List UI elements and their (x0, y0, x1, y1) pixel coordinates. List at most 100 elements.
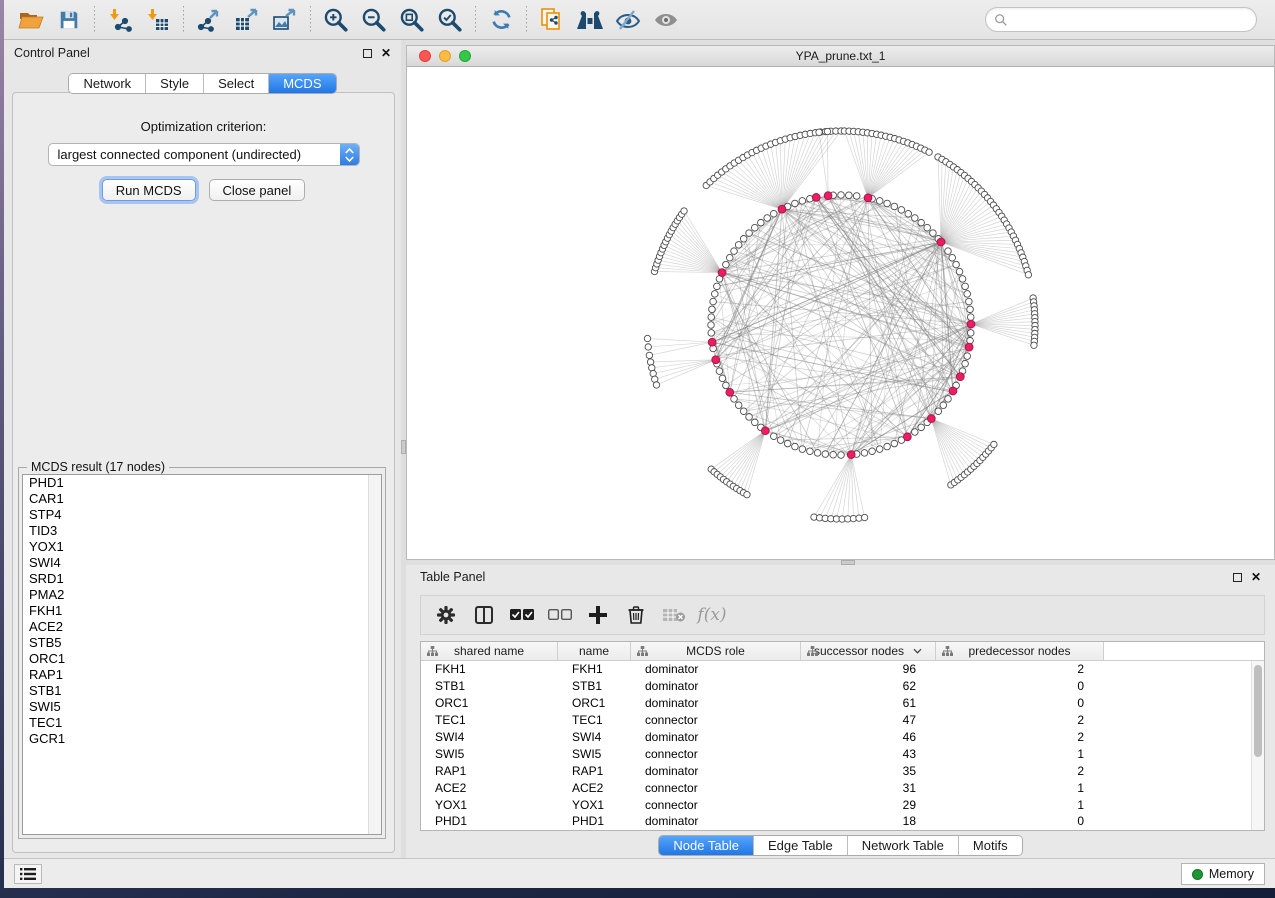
table-row[interactable]: SWI5SWI5connector431 (421, 745, 1264, 762)
mcds-result-item[interactable]: STB1 (23, 683, 381, 699)
table-scrollbar-thumb[interactable] (1254, 665, 1262, 757)
search-binoculars-icon[interactable] (571, 5, 609, 35)
mcds-result-item[interactable]: RAP1 (23, 667, 381, 683)
table-scrollbar[interactable] (1251, 661, 1264, 830)
mcds-result-item[interactable]: CAR1 (23, 491, 381, 507)
table-row[interactable]: TEC1TEC1connector472 (421, 712, 1264, 729)
split-columns-icon[interactable] (467, 601, 501, 629)
zoom-selected-icon[interactable] (431, 5, 469, 35)
mcds-result-item[interactable]: FKH1 (23, 603, 381, 619)
tab-mcds[interactable]: MCDS (269, 74, 335, 93)
mcds-result-item[interactable]: PHD1 (23, 475, 381, 491)
float-panel-icon[interactable] (363, 49, 372, 58)
memory-button[interactable]: Memory (1181, 863, 1265, 885)
table-cell: 2 (936, 730, 1104, 744)
close-panel-button[interactable]: Close panel (209, 179, 306, 201)
table-cell: 1 (936, 798, 1104, 812)
column-header-shared-name[interactable]: shared name (421, 642, 558, 660)
save-session-icon[interactable] (50, 5, 88, 35)
tab-motifs[interactable]: Motifs (959, 836, 1022, 855)
add-column-icon[interactable] (581, 601, 615, 629)
search-input[interactable] (1008, 13, 1248, 27)
table-row[interactable]: RAP1RAP1dominator352 (421, 762, 1264, 779)
zoom-in-icon[interactable] (317, 5, 355, 35)
table-cell: connector (631, 747, 801, 761)
minimize-window-icon[interactable] (439, 50, 451, 62)
tab-network[interactable]: Network (69, 74, 146, 93)
mcds-network-node (847, 451, 855, 459)
export-network-icon[interactable] (190, 5, 228, 35)
table-cell: dominator (631, 730, 801, 744)
zoom-out-icon[interactable] (355, 5, 393, 35)
task-history-button[interactable] (14, 864, 42, 884)
mcds-result-item[interactable]: STP4 (23, 507, 381, 523)
column-header-predecessor-nodes[interactable]: predecessor nodes (936, 642, 1104, 660)
table-row[interactable]: FKH1FKH1dominator962 (421, 661, 1264, 678)
tab-network-table[interactable]: Network Table (848, 836, 959, 855)
float-panel-icon[interactable] (1233, 573, 1242, 582)
table-row[interactable]: SWI4SWI4dominator462 (421, 729, 1264, 746)
criterion-dropdown[interactable]: largest connected component (undirected) (48, 143, 360, 166)
table-row[interactable]: ORC1ORC1dominator610 (421, 695, 1264, 712)
maximize-window-icon[interactable] (459, 50, 471, 62)
column-header-MCDS-role[interactable]: MCDS role (631, 642, 801, 660)
tab-style[interactable]: Style (146, 74, 204, 93)
mcds-result-item[interactable]: TID3 (23, 523, 381, 539)
close-panel-icon[interactable]: ✕ (381, 49, 391, 58)
mcds-result-item[interactable]: PMA2 (23, 587, 381, 603)
import-network-icon[interactable] (101, 5, 139, 35)
refresh-icon[interactable] (482, 5, 520, 35)
table-row[interactable]: STB1STB1dominator620 (421, 678, 1264, 695)
table-cell: dominator (631, 662, 801, 676)
export-image-icon[interactable] (266, 5, 304, 35)
open-file-icon[interactable] (12, 5, 50, 35)
select-all-checkboxes-icon[interactable] (505, 601, 539, 629)
toolbar-separator (94, 6, 95, 34)
mcds-result-item[interactable]: ACE2 (23, 619, 381, 635)
table-cell: ACE2 (558, 781, 631, 795)
clone-network-icon[interactable] (533, 5, 571, 35)
mcds-result-item[interactable]: TEC1 (23, 715, 381, 731)
table-row[interactable]: ACE2ACE2connector311 (421, 779, 1264, 796)
search-icon (994, 13, 1008, 27)
import-table-icon[interactable] (139, 5, 177, 35)
mcds-list-scrollbar[interactable] (368, 475, 381, 834)
toolbar-search[interactable] (985, 7, 1257, 32)
show-all-eye-icon[interactable] (647, 5, 685, 35)
column-header-name[interactable]: name (558, 642, 631, 660)
table-cell: 29 (801, 798, 936, 812)
delete-table-icon (657, 601, 691, 629)
column-header-successor-nodes[interactable]: successor nodes (801, 642, 936, 660)
hide-selection-eye-icon[interactable] (609, 5, 647, 35)
network-graph[interactable] (407, 67, 1274, 559)
tab-edge-table[interactable]: Edge Table (754, 836, 848, 855)
mcds-result-item[interactable]: ORC1 (23, 651, 381, 667)
mcds-result-item[interactable]: SRD1 (23, 571, 381, 587)
mcds-network-node (903, 433, 911, 441)
table-cell: 35 (801, 764, 936, 778)
table-panel: Table Panel ✕ (406, 565, 1275, 858)
node-table[interactable]: shared namenameMCDS rolesuccessor nodesp… (420, 641, 1265, 831)
tab-node-table[interactable]: Node Table (659, 836, 754, 855)
delete-column-icon[interactable] (619, 601, 653, 629)
table-row[interactable]: PHD1PHD1dominator180 (421, 813, 1264, 830)
mcds-result-item[interactable]: GCR1 (23, 731, 381, 747)
close-panel-icon[interactable]: ✕ (1251, 573, 1261, 582)
mcds-result-item[interactable]: YOX1 (23, 539, 381, 555)
table-cell: connector (631, 713, 801, 727)
mcds-result-item[interactable]: STB5 (23, 635, 381, 651)
deselect-all-checkboxes-icon[interactable] (543, 601, 577, 629)
tab-select[interactable]: Select (204, 74, 269, 93)
export-table-icon[interactable] (228, 5, 266, 35)
dropdown-stepper-icon (340, 144, 359, 165)
close-window-icon[interactable] (419, 50, 431, 62)
network-window-titlebar[interactable]: YPA_prune.txt_1 (407, 46, 1274, 67)
run-mcds-button[interactable]: Run MCDS (102, 179, 196, 201)
mcds-result-item[interactable]: SWI4 (23, 555, 381, 571)
mcds-result-item[interactable]: SWI5 (23, 699, 381, 715)
network-view[interactable] (407, 67, 1274, 559)
table-row[interactable]: YOX1YOX1connector291 (421, 796, 1264, 813)
settings-gear-icon[interactable] (429, 601, 463, 629)
mcds-result-list[interactable]: PHD1CAR1STP4TID3YOX1SWI4SRD1PMA2FKH1ACE2… (22, 474, 382, 835)
zoom-fit-icon[interactable] (393, 5, 431, 35)
